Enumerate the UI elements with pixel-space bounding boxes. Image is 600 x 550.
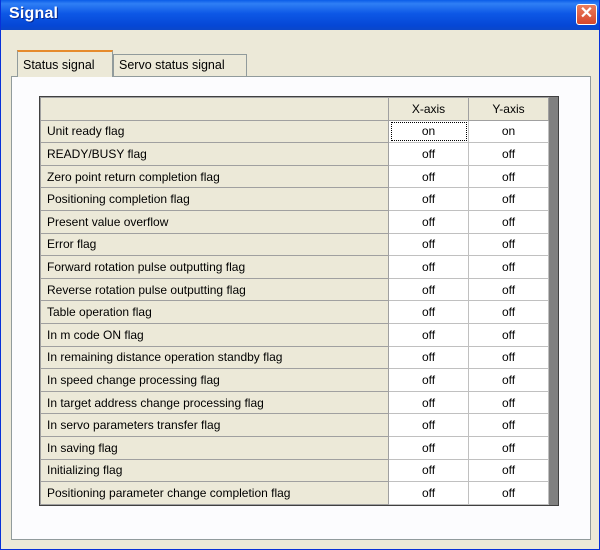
- cell-y-axis[interactable]: off: [468, 142, 549, 166]
- row-label: Initializing flag: [40, 458, 389, 483]
- cell-x-axis[interactable]: off: [388, 345, 469, 370]
- table-row: In target address change processing flag…: [40, 390, 549, 415]
- cell-x-axis[interactable]: off: [388, 187, 469, 211]
- cell-x-axis[interactable]: off: [388, 481, 469, 505]
- signal-dialog: Signal ✕ Status signal Servo status sign…: [0, 0, 600, 550]
- cell-x-axis[interactable]: off: [388, 164, 469, 189]
- window-title: Signal: [9, 5, 59, 22]
- cell-x-axis[interactable]: off: [388, 322, 469, 347]
- tab-label: Servo status signal: [119, 58, 225, 72]
- cell-y-axis[interactable]: off: [468, 209, 549, 234]
- row-label: Table operation flag: [40, 300, 389, 324]
- table-row: In m code ON flag off off: [40, 322, 549, 347]
- cell-y-axis[interactable]: off: [468, 390, 549, 415]
- cell-x-axis[interactable]: off: [388, 255, 469, 279]
- table-row: Initializing flag off off: [40, 458, 549, 483]
- cell-x-axis[interactable]: on: [388, 119, 469, 144]
- cell-x-axis[interactable]: off: [388, 435, 469, 460]
- table-row: Reverse rotation pulse outputting flag of…: [40, 277, 549, 302]
- column-header-y-axis: Y-axis: [468, 97, 549, 121]
- row-label: Reverse rotation pulse outputting flag: [40, 277, 389, 302]
- signal-grid[interactable]: X-axis Y-axis Unit ready flag on on READY/B…: [39, 96, 559, 506]
- cell-x-axis[interactable]: off: [388, 413, 469, 437]
- close-icon: ✕: [579, 5, 594, 22]
- cell-y-axis[interactable]: off: [468, 277, 549, 302]
- cell-y-axis[interactable]: off: [468, 255, 549, 279]
- table-row: Zero point return completion flag off off: [40, 164, 549, 189]
- table-row: Error flag off off: [40, 232, 549, 257]
- row-label: Unit ready flag: [40, 119, 389, 144]
- cell-x-axis[interactable]: off: [388, 390, 469, 415]
- row-label: READY/BUSY flag: [40, 142, 389, 166]
- row-label: In servo parameters transfer flag: [40, 413, 389, 437]
- cell-y-axis[interactable]: on: [468, 119, 549, 144]
- row-label: In target address change processing flag: [40, 390, 389, 415]
- row-label: Forward rotation pulse outputting flag: [40, 255, 389, 279]
- cell-y-axis[interactable]: off: [468, 481, 549, 505]
- cell-x-axis[interactable]: off: [388, 458, 469, 483]
- table-row: Unit ready flag on on: [40, 119, 549, 144]
- table-row: In saving flag off off: [40, 435, 549, 460]
- row-label: Error flag: [40, 232, 389, 257]
- cell-x-axis[interactable]: off: [388, 277, 469, 302]
- cell-y-axis[interactable]: off: [468, 413, 549, 437]
- row-label: In remaining distance operation standby …: [40, 345, 389, 370]
- tab-status-signal[interactable]: Status signal: [17, 50, 113, 77]
- table-row: In remaining distance operation standby …: [40, 345, 549, 370]
- tab-label: Status signal: [23, 58, 95, 72]
- row-label: Zero point return completion flag: [40, 164, 389, 189]
- cell-y-axis[interactable]: off: [468, 368, 549, 392]
- cell-y-axis[interactable]: off: [468, 345, 549, 370]
- table-row: In speed change processing flag off off: [40, 368, 549, 392]
- table-row: Present value overflow off off: [40, 209, 549, 234]
- corner-header: [40, 97, 389, 121]
- cell-y-axis[interactable]: off: [468, 458, 549, 483]
- cell-y-axis[interactable]: off: [468, 435, 549, 460]
- cell-y-axis[interactable]: off: [468, 164, 549, 189]
- header-row: X-axis Y-axis: [40, 97, 549, 121]
- cell-x-axis[interactable]: off: [388, 209, 469, 234]
- tab-servo-status-signal[interactable]: Servo status signal: [113, 54, 247, 76]
- table-row: Positioning completion flag off off: [40, 187, 549, 211]
- row-label: In speed change processing flag: [40, 368, 389, 392]
- row-label: In saving flag: [40, 435, 389, 460]
- title-bar[interactable]: Signal ✕: [1, 0, 599, 30]
- row-label: Present value overflow: [40, 209, 389, 234]
- cell-y-axis[interactable]: off: [468, 300, 549, 324]
- cell-y-axis[interactable]: off: [468, 187, 549, 211]
- tab-panel: X-axis Y-axis Unit ready flag on on READY/B…: [11, 76, 591, 540]
- table-row: Positioning parameter change completion …: [40, 481, 549, 505]
- signal-table: X-axis Y-axis Unit ready flag on on READY/B…: [40, 97, 549, 505]
- cell-x-axis[interactable]: off: [388, 142, 469, 166]
- table-row: Table operation flag off off: [40, 300, 549, 324]
- cell-x-axis[interactable]: off: [388, 232, 469, 257]
- cell-x-axis[interactable]: off: [388, 300, 469, 324]
- table-row: Forward rotation pulse outputting flag of…: [40, 255, 549, 279]
- close-button[interactable]: ✕: [576, 4, 597, 25]
- table-row: READY/BUSY flag off off: [40, 142, 549, 166]
- table-row: In servo parameters transfer flag off off: [40, 413, 549, 437]
- row-label: Positioning completion flag: [40, 187, 389, 211]
- cell-y-axis[interactable]: off: [468, 322, 549, 347]
- cell-x-axis[interactable]: off: [388, 368, 469, 392]
- column-header-x-axis: X-axis: [388, 97, 469, 121]
- row-label: In m code ON flag: [40, 322, 389, 347]
- row-label: Positioning parameter change completion …: [40, 481, 389, 505]
- cell-y-axis[interactable]: off: [468, 232, 549, 257]
